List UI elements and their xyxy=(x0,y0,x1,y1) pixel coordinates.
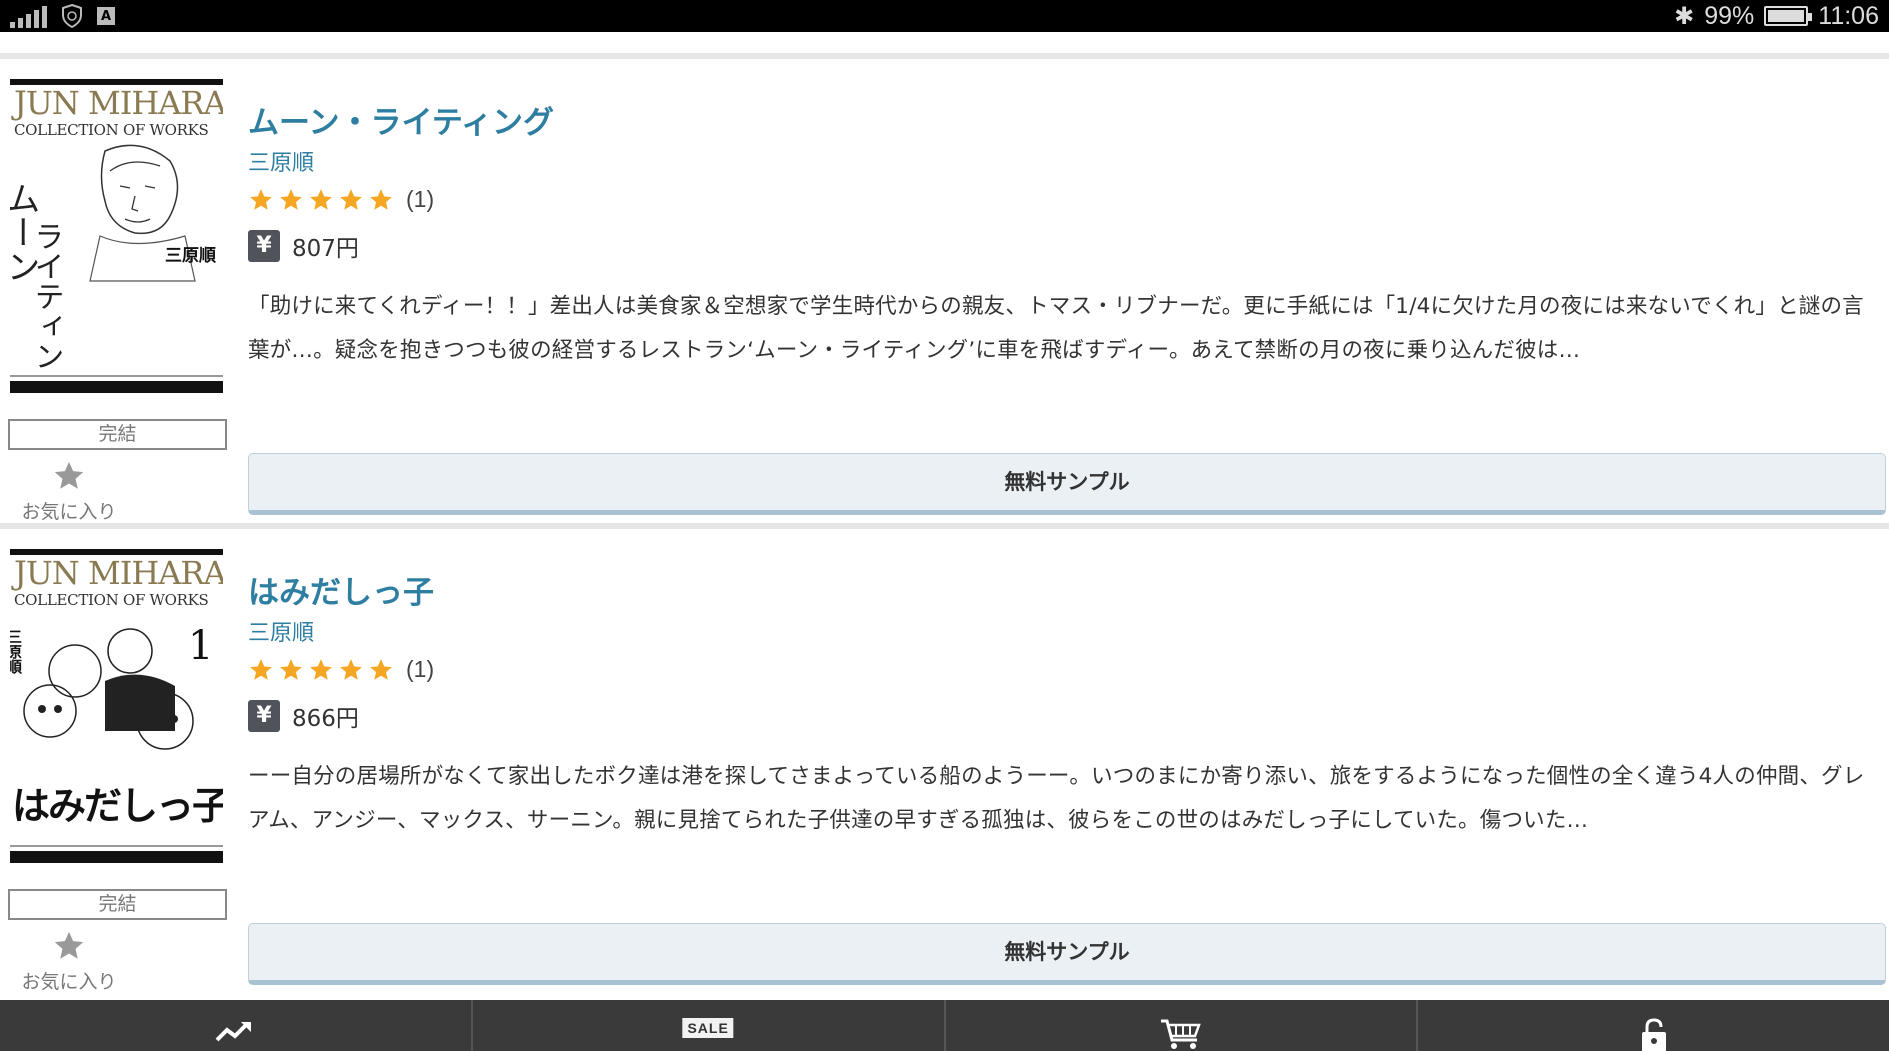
shield-icon xyxy=(62,4,82,28)
battery-percent: 99% xyxy=(1704,1,1755,30)
status-badge: 完結 xyxy=(8,419,227,450)
lock-icon xyxy=(1641,1018,1666,1051)
svg-text:三原順: 三原順 xyxy=(10,629,23,675)
favorite-button[interactable]: お気に入り xyxy=(14,459,124,524)
cover-series-title: JUN MIHARA xyxy=(14,554,223,592)
price-value: 807円 xyxy=(292,236,359,262)
author-link[interactable]: 三原順 xyxy=(248,145,314,177)
author-link[interactable]: 三原順 xyxy=(248,615,314,647)
price: ¥ 807円 xyxy=(248,229,359,263)
book-cover[interactable]: JUN MIHARA COLLECTION OF WORKS ムーン ライティン… xyxy=(10,79,223,393)
cover-illustration: 三原順 1 はみだしっ子 xyxy=(10,611,223,841)
rating-star-icon xyxy=(310,658,332,680)
trending-icon xyxy=(215,1022,252,1042)
nav-sale[interactable]: SALE xyxy=(473,1000,946,1051)
status-bar: A ✱ 99% 11:06 xyxy=(0,0,1889,32)
battery-icon xyxy=(1764,6,1813,26)
rating-count: (1) xyxy=(406,186,435,212)
yen-icon: ¥ xyxy=(248,700,280,732)
nav-login[interactable] xyxy=(1418,1000,1889,1051)
cover-subtitle: COLLECTION OF WORKS xyxy=(14,591,209,609)
rating-star-icon xyxy=(340,188,362,210)
status-bar-left: A xyxy=(10,0,115,32)
svg-text:三原順: 三原順 xyxy=(165,246,217,266)
rating-star-icon xyxy=(370,658,392,680)
star-icon xyxy=(54,931,84,959)
signal-icon xyxy=(10,4,47,28)
favorite-label: お気に入り xyxy=(21,971,117,993)
rating-count: (1) xyxy=(406,656,435,682)
free-sample-button[interactable]: 無料サンプル xyxy=(248,453,1886,515)
svg-text:はみだしっ子: はみだしっ子 xyxy=(12,784,223,828)
book-cover[interactable]: JUN MIHARA COLLECTION OF WORKS 三原順 1 はみだ… xyxy=(10,549,223,863)
favorite-button[interactable]: お気に入り xyxy=(14,929,124,994)
rating-star-icon xyxy=(250,188,272,210)
book-description: 「助けに来てくれディー！！」差出人は美食家＆空想家で学生時代からの親友、トマス・… xyxy=(248,294,1864,363)
rating: (1) xyxy=(248,186,434,213)
rating-star-icon xyxy=(250,658,272,680)
rating-star-icon xyxy=(280,658,302,680)
book-title[interactable]: はみだしっ子 xyxy=(248,567,434,612)
price: ¥ 866円 xyxy=(248,699,359,733)
svg-text:1: 1 xyxy=(188,623,213,669)
yen-icon: ¥ xyxy=(248,230,280,262)
cover-series-title: JUN MIHARA xyxy=(14,84,223,122)
favorite-label: お気に入り xyxy=(21,501,117,523)
clock: 11:06 xyxy=(1818,1,1879,30)
nav-ranking[interactable] xyxy=(0,1000,473,1051)
rating-star-icon xyxy=(370,188,392,210)
nav-cart[interactable] xyxy=(946,1000,1419,1051)
list-item: JUN MIHARA COLLECTION OF WORKS ムーン ライティン… xyxy=(0,59,1889,524)
price-value: 866円 xyxy=(292,706,359,732)
rating: (1) xyxy=(248,656,434,683)
rating-star-icon xyxy=(340,658,362,680)
list-item: JUN MIHARA COLLECTION OF WORKS 三原順 1 はみだ… xyxy=(0,529,1889,994)
sale-icon: SALE xyxy=(682,1018,734,1038)
svg-text:ライティング: ライティング xyxy=(29,221,64,371)
status-bar-right: ✱ 99% 11:06 xyxy=(1674,0,1879,32)
cover-subtitle: COLLECTION OF WORKS xyxy=(14,121,209,139)
bluetooth-icon: ✱ xyxy=(1674,2,1695,30)
rating-star-icon xyxy=(280,188,302,210)
rating-star-icon xyxy=(310,188,332,210)
status-badge: 完結 xyxy=(8,889,227,920)
free-sample-button[interactable]: 無料サンプル xyxy=(248,923,1886,985)
bottom-nav: SALE xyxy=(0,1000,1889,1051)
star-icon xyxy=(54,461,84,489)
input-method-icon: A xyxy=(97,7,115,25)
cart-icon xyxy=(1160,1019,1201,1049)
book-description: ーー自分の居場所がなくて家出したボク達は港を探してさまよっている船のようーー。い… xyxy=(248,764,1865,833)
cover-illustration: ムーン ライティング 三原順 xyxy=(10,141,223,371)
book-title[interactable]: ムーン・ライティング xyxy=(248,97,554,142)
